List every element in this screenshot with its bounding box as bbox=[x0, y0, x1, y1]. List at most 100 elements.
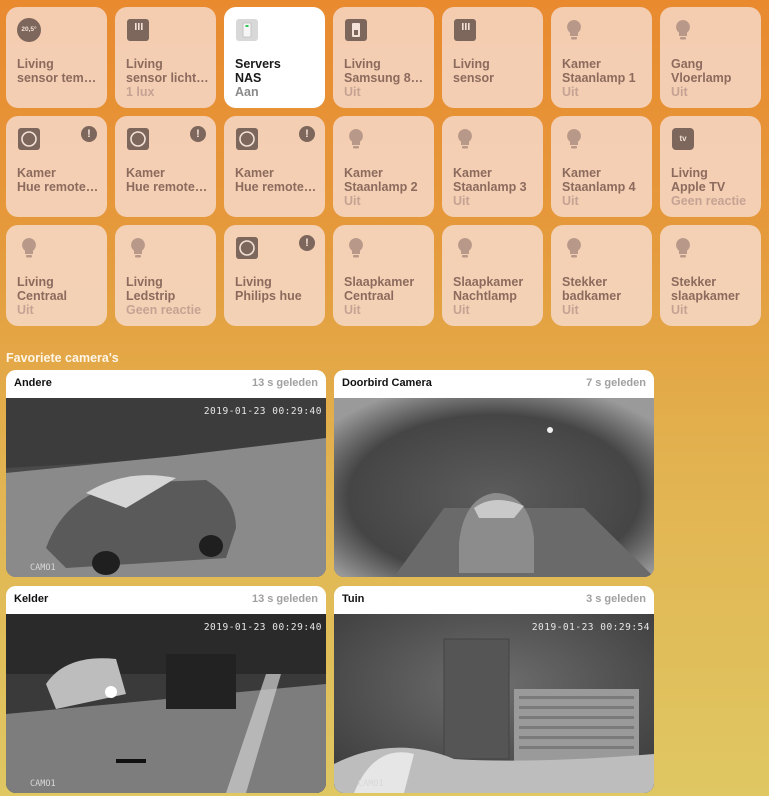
remote-icon bbox=[18, 128, 40, 150]
camera-updated: 3 s geleden bbox=[586, 593, 646, 605]
camera-feed[interactable]: 2019-01-23 00:29:40 CAMO1 bbox=[6, 614, 326, 793]
tile-name: Staanlamp 1 bbox=[562, 71, 636, 85]
camera-label: CAMO1 bbox=[358, 779, 384, 789]
camera-header: Kelder 13 s geleden bbox=[6, 586, 326, 614]
bulb-icon bbox=[676, 238, 690, 258]
tile-name: Vloerlamp bbox=[671, 71, 732, 85]
tile-living-samsung[interactable]: Living Samsung 8… Uit bbox=[333, 7, 434, 108]
tile-name: Staanlamp 3 bbox=[453, 180, 527, 194]
bulb-icon bbox=[349, 129, 363, 149]
tile-status: Uit bbox=[344, 194, 361, 208]
bulb-icon bbox=[131, 238, 145, 258]
tile-room: Living bbox=[344, 57, 381, 71]
tile-room: Living bbox=[17, 57, 54, 71]
tile-room: Living bbox=[671, 166, 708, 180]
tile-room: Servers bbox=[235, 57, 281, 71]
tile-kamer-hue-remote-2[interactable]: ! Kamer Hue remote… bbox=[115, 116, 216, 217]
tile-status: 1 lux bbox=[126, 85, 155, 99]
tile-room: Living bbox=[126, 57, 163, 71]
tile-servers-nas[interactable]: Servers NAS Aan bbox=[224, 7, 325, 108]
tile-name: NAS bbox=[235, 71, 262, 85]
tile-living-centraal[interactable]: Living Centraal Uit bbox=[6, 225, 107, 326]
tile-name: sensor tem… bbox=[17, 71, 97, 85]
tile-living-sensor-temp[interactable]: 20,5° Living sensor tem… bbox=[6, 7, 107, 108]
temperature-badge: 20,5° bbox=[21, 26, 37, 33]
tile-kamer-staanlamp-1[interactable]: Kamer Staanlamp 1 Uit bbox=[551, 7, 652, 108]
favorite-cameras-title: Favoriete camera's bbox=[6, 351, 119, 365]
camera-header: Tuin 3 s geleden bbox=[334, 586, 654, 614]
tile-name: sensor licht… bbox=[126, 71, 209, 85]
tile-room: Gang bbox=[671, 57, 703, 71]
tile-living-sensor-light[interactable]: Living sensor licht… 1 lux bbox=[115, 7, 216, 108]
tile-status: Uit bbox=[671, 85, 688, 99]
tile-room: Kamer bbox=[126, 166, 165, 180]
tile-slaapkamer-nachtlamp[interactable]: Slaapkamer Nachtlamp Uit bbox=[442, 225, 543, 326]
tile-status: Uit bbox=[344, 303, 361, 317]
camera-feed[interactable] bbox=[334, 398, 654, 577]
switch-icon bbox=[345, 19, 367, 41]
bulb-icon bbox=[22, 238, 36, 258]
camera-card-tuin[interactable]: Tuin 3 s geleden 2019-01-23 00:29:54 CAM… bbox=[334, 586, 654, 793]
tile-status: Uit bbox=[671, 303, 688, 317]
tile-name: Staanlamp 4 bbox=[562, 180, 636, 194]
tile-status: Uit bbox=[562, 85, 579, 99]
light-sensor-icon bbox=[127, 19, 149, 41]
remote-icon bbox=[236, 128, 258, 150]
camera-snapshot-icon bbox=[334, 614, 654, 793]
tile-name: Staanlamp 2 bbox=[344, 180, 418, 194]
bulb-icon bbox=[458, 129, 472, 149]
tile-status: Geen reactie bbox=[126, 303, 202, 317]
tile-kamer-hue-remote-3[interactable]: ! Kamer Hue remote… bbox=[224, 116, 325, 217]
camera-card-andere[interactable]: Andere 13 s geleden 2019-01-23 00:29:40 … bbox=[6, 370, 326, 577]
tile-kamer-staanlamp-2[interactable]: Kamer Staanlamp 2 Uit bbox=[333, 116, 434, 217]
tile-name: Hue remote… bbox=[126, 180, 208, 194]
tile-room: Kamer bbox=[562, 166, 601, 180]
camera-label: CAMO1 bbox=[30, 563, 56, 573]
tile-kamer-staanlamp-3[interactable]: Kamer Staanlamp 3 Uit bbox=[442, 116, 543, 217]
camera-feed[interactable]: 2019-01-23 00:29:40 CAMO1 bbox=[6, 398, 326, 577]
tile-name: Samsung 8… bbox=[344, 71, 424, 85]
tile-room: Living bbox=[17, 275, 54, 289]
bulb-icon bbox=[676, 20, 690, 40]
tile-room: Slaapkamer bbox=[453, 275, 524, 289]
tile-living-philips-hue[interactable]: ! Living Philips hue bbox=[224, 225, 325, 326]
camera-feed[interactable]: 2019-01-23 00:29:54 CAMO1 bbox=[334, 614, 654, 793]
tile-kamer-staanlamp-4[interactable]: Kamer Staanlamp 4 Uit bbox=[551, 116, 652, 217]
tile-status: Uit bbox=[562, 194, 579, 208]
tile-kamer-hue-remote-1[interactable]: ! Kamer Hue remote… bbox=[6, 116, 107, 217]
camera-timestamp: 2019-01-23 00:29:40 bbox=[203, 406, 322, 417]
alert-icon: ! bbox=[299, 235, 315, 251]
tile-stekker-slaapkamer[interactable]: Stekker slaapkamer Uit bbox=[660, 225, 761, 326]
light-sensor-icon bbox=[454, 19, 476, 41]
camera-updated: 13 s geleden bbox=[251, 593, 318, 605]
outlet-icon bbox=[236, 19, 258, 41]
tile-name: sensor bbox=[453, 71, 494, 85]
camera-name: Tuin bbox=[342, 593, 365, 605]
tile-name: Ledstrip bbox=[126, 289, 176, 303]
camera-snapshot-icon bbox=[6, 614, 326, 793]
tile-room: Kamer bbox=[17, 166, 56, 180]
tile-room: Stekker bbox=[671, 275, 717, 289]
camera-card-kelder[interactable]: Kelder 13 s geleden 2019-01-23 00:29:40 … bbox=[6, 586, 326, 793]
camera-header: Doorbird Camera 7 s geleden bbox=[334, 370, 654, 398]
camera-card-doorbird[interactable]: Doorbird Camera 7 s geleden bbox=[334, 370, 654, 577]
tile-living-sensor[interactable]: Living sensor bbox=[442, 7, 543, 108]
bulb-icon bbox=[349, 238, 363, 258]
tile-name: Centraal bbox=[344, 289, 395, 303]
tile-room: Stekker bbox=[562, 275, 608, 289]
tile-living-apple-tv[interactable]: tv Living Apple TV Geen reactie bbox=[660, 116, 761, 217]
tile-name: Centraal bbox=[17, 289, 68, 303]
tile-stekker-badkamer[interactable]: Stekker badkamer Uit bbox=[551, 225, 652, 326]
camera-snapshot-icon bbox=[6, 398, 326, 577]
tile-status: Uit bbox=[453, 194, 470, 208]
tile-room: Slaapkamer bbox=[344, 275, 415, 289]
tile-room: Kamer bbox=[344, 166, 383, 180]
camera-name: Doorbird Camera bbox=[342, 377, 432, 389]
alert-icon: ! bbox=[190, 126, 206, 142]
tile-slaapkamer-centraal[interactable]: Slaapkamer Centraal Uit bbox=[333, 225, 434, 326]
camera-updated: 13 s geleden bbox=[251, 377, 318, 389]
tile-room: Living bbox=[126, 275, 163, 289]
tile-status: Uit bbox=[344, 85, 361, 99]
tile-gang-vloerlamp[interactable]: Gang Vloerlamp Uit bbox=[660, 7, 761, 108]
tile-living-ledstrip[interactable]: Living Ledstrip Geen reactie bbox=[115, 225, 216, 326]
